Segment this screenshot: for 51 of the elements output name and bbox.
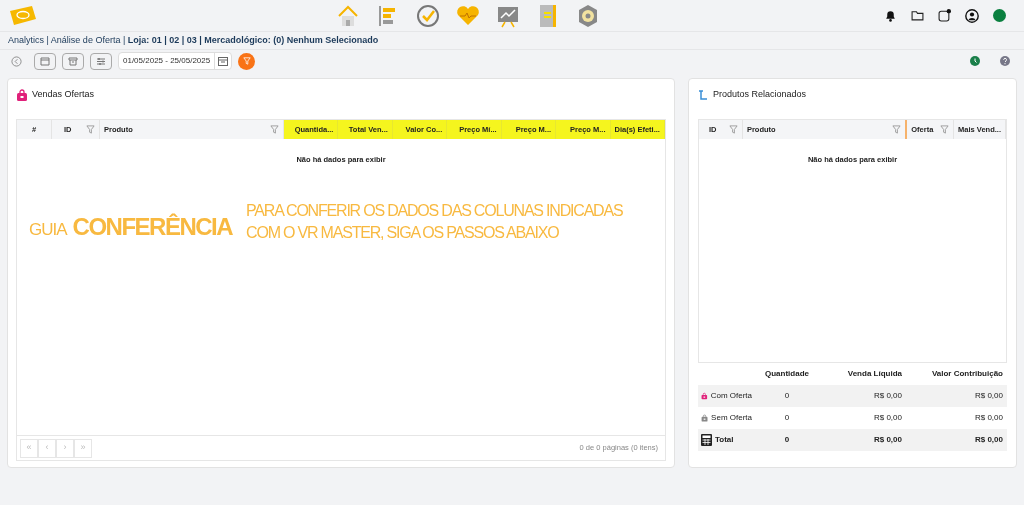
breadcrumb: Analytics | Análise de Oferta | Loja: 01 | 02 | 03 | Mercadológico: (0) Nenhum Selecionado (8, 33, 379, 47)
summary-value: 0 (783, 434, 791, 446)
panel-title: Vendas Ofertas (32, 88, 95, 102)
archive-icon (68, 56, 78, 66)
help-icon[interactable] (1000, 56, 1010, 67)
sliders-icon (96, 56, 106, 66)
check-clock-icon[interactable] (415, 2, 441, 29)
summary-header: Quantidade (764, 368, 810, 380)
notification-bell-icon[interactable] (884, 9, 897, 23)
summary-value: 0 (783, 390, 791, 402)
filter-icon[interactable] (86, 125, 95, 134)
store-button[interactable] (34, 52, 56, 70)
filter-button[interactable] (238, 52, 256, 70)
filter-icon[interactable] (940, 125, 950, 134)
filter-icon[interactable] (728, 125, 738, 134)
panel-title: Produtos Relacionados (713, 88, 807, 102)
calendar-icon[interactable] (218, 56, 229, 66)
summary-value: R$ 0,00 (872, 412, 902, 424)
row-label: Sem Oferta (711, 412, 752, 424)
back-icon[interactable] (11, 55, 22, 67)
logo[interactable] (8, 4, 38, 27)
filter-icon (242, 57, 251, 66)
row-label: Total (715, 434, 734, 446)
summary-header: Valor Contribuição (930, 368, 1004, 380)
archive-button[interactable] (62, 52, 84, 70)
filter-icon[interactable] (270, 125, 279, 134)
calculator-icon (701, 434, 712, 446)
guide-text: PARA CONFERIR OS DADOS DAS COLUNAS INDICADAS (246, 203, 623, 220)
clock-icon[interactable] (970, 56, 980, 67)
shopping-bag-icon (701, 412, 709, 424)
guide-text: COM O VR MASTER, SIGA OS PASSOS ABAIXO (246, 225, 560, 242)
shopping-bag-icon (701, 390, 708, 402)
summary-value: R$ 0,00 (973, 412, 1004, 424)
summary-value: R$ 0,00 (973, 434, 1004, 446)
guide-title: GUIA (29, 221, 67, 239)
guide-heading: CONFERÊNCIA (72, 215, 233, 240)
filter-icon[interactable] (892, 125, 902, 134)
notification-square-icon[interactable] (938, 9, 951, 23)
summary-value: R$ 0,00 (872, 434, 902, 446)
summary-value: R$ 0,00 (973, 390, 1004, 402)
row-label: Com Oferta (710, 390, 752, 402)
shopping-bag-icon (16, 89, 28, 101)
hierarchy-icon (698, 89, 709, 101)
user-icon[interactable] (965, 8, 979, 23)
summary-value: 0 (783, 412, 791, 424)
summary-value: R$ 0,00 (872, 390, 902, 402)
summary-header: Venda Líquida (846, 368, 902, 380)
date-range-field[interactable]: 01/05/2025 - 25/05/2025 (118, 52, 233, 71)
folder-icon[interactable] (911, 9, 924, 23)
store-icon (40, 56, 50, 66)
settings-button[interactable] (90, 52, 112, 70)
